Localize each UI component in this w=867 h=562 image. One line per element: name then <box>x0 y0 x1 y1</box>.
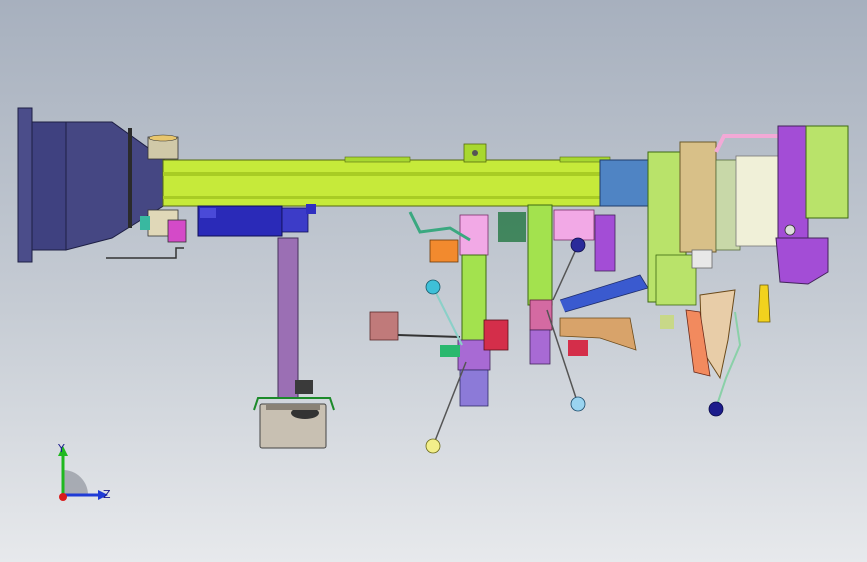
right-fixture <box>647 141 781 380</box>
cad-3d-viewport[interactable] <box>0 0 867 562</box>
z-axis-label: Z <box>103 488 111 501</box>
clamp-assembly-right <box>408 204 649 365</box>
left-flange <box>17 107 67 263</box>
triad-plane <box>63 470 88 495</box>
x-axis-origin <box>59 493 67 501</box>
main-beam <box>162 143 653 207</box>
support-column <box>253 237 335 449</box>
clamp-assembly-left <box>429 214 509 407</box>
y-axis-label: Y <box>57 442 65 455</box>
orientation-triad: Y Z <box>57 442 111 501</box>
blue-cylinder <box>197 204 316 237</box>
